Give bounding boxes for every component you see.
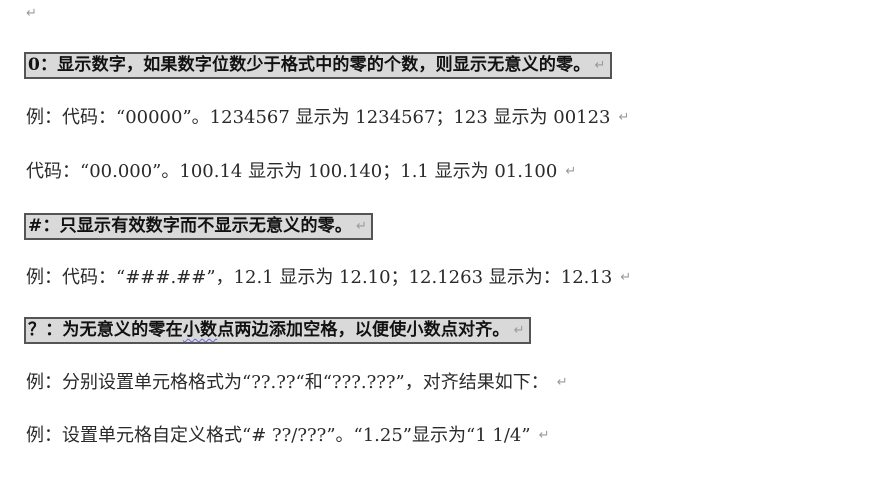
example-line: 例：代码：“00000”。1234567 显示为 1234567；123 显示为…: [26, 107, 629, 129]
paragraph-mark-icon: ↵: [356, 218, 368, 234]
heading-text: #：只显示有效数字而不显示无意义的零。: [28, 216, 353, 236]
paragraph-mark-icon: ↵: [26, 6, 37, 21]
line-text: 例：代码：“00000”。1234567 显示为 1234567；123 显示为…: [26, 107, 611, 128]
paragraph-mark-icon: ↵: [594, 57, 606, 73]
heading-text-after: 点两边添加空格，以便使小数点对齐。: [217, 320, 510, 340]
example-line: 例：代码：“###.##”，12.1 显示为 12.10；12.1263 显示为…: [26, 267, 631, 289]
paragraph-mark-icon: ↵: [620, 270, 632, 285]
heading-question-placeholder: ？：为无意义的零在小数点两边添加空格，以便使小数点对齐。 ↵: [24, 317, 531, 344]
document-page: ↵ 0：显示数字，如果数字位数少于格式中的零的个数，则显示无意义的零。 ↵ 例：代…: [0, 0, 895, 489]
example-line: 例：设置单元格自定义格式“# ??/???”。“1.25”显示为“1 1/4” ↵: [26, 425, 549, 447]
heading-text: 0：显示数字，如果数字位数少于格式中的零的个数，则显示无意义的零。: [28, 55, 591, 75]
paragraph-mark-icon: ↵: [556, 375, 568, 390]
line-text: 代码：“00.000”。100.14 显示为 100.140；1.1 显示为 0…: [26, 161, 558, 182]
heading-text-before: ？：为无意义的零在: [28, 320, 183, 340]
paragraph-mark-icon: ↵: [538, 428, 550, 443]
paragraph-mark-icon: ↵: [565, 164, 577, 179]
paragraph-mark-icon: ↵: [618, 110, 630, 125]
heading-hash-placeholder: #：只显示有效数字而不显示无意义的零。 ↵: [24, 213, 374, 240]
line-text: 例：分别设置单元格格式为“??.??“和“???.???”，对齐结果如下：: [26, 372, 549, 393]
paragraph-mark-icon: ↵: [513, 322, 525, 338]
heading-zero-placeholder: 0：显示数字，如果数字位数少于格式中的零的个数，则显示无意义的零。 ↵: [24, 52, 612, 79]
line-text: 例：代码：“###.##”，12.1 显示为 12.10；12.1263 显示为…: [26, 267, 613, 288]
example-line: 例：分别设置单元格格式为“??.??“和“???.???”，对齐结果如下： ↵: [26, 372, 568, 394]
spellcheck-squiggle: 小数: [182, 320, 218, 340]
line-text: 例：设置单元格自定义格式“# ??/???”。“1.25”显示为“1 1/4”: [26, 425, 531, 446]
example-line: 代码：“00.000”。100.14 显示为 100.140；1.1 显示为 0…: [26, 161, 576, 183]
